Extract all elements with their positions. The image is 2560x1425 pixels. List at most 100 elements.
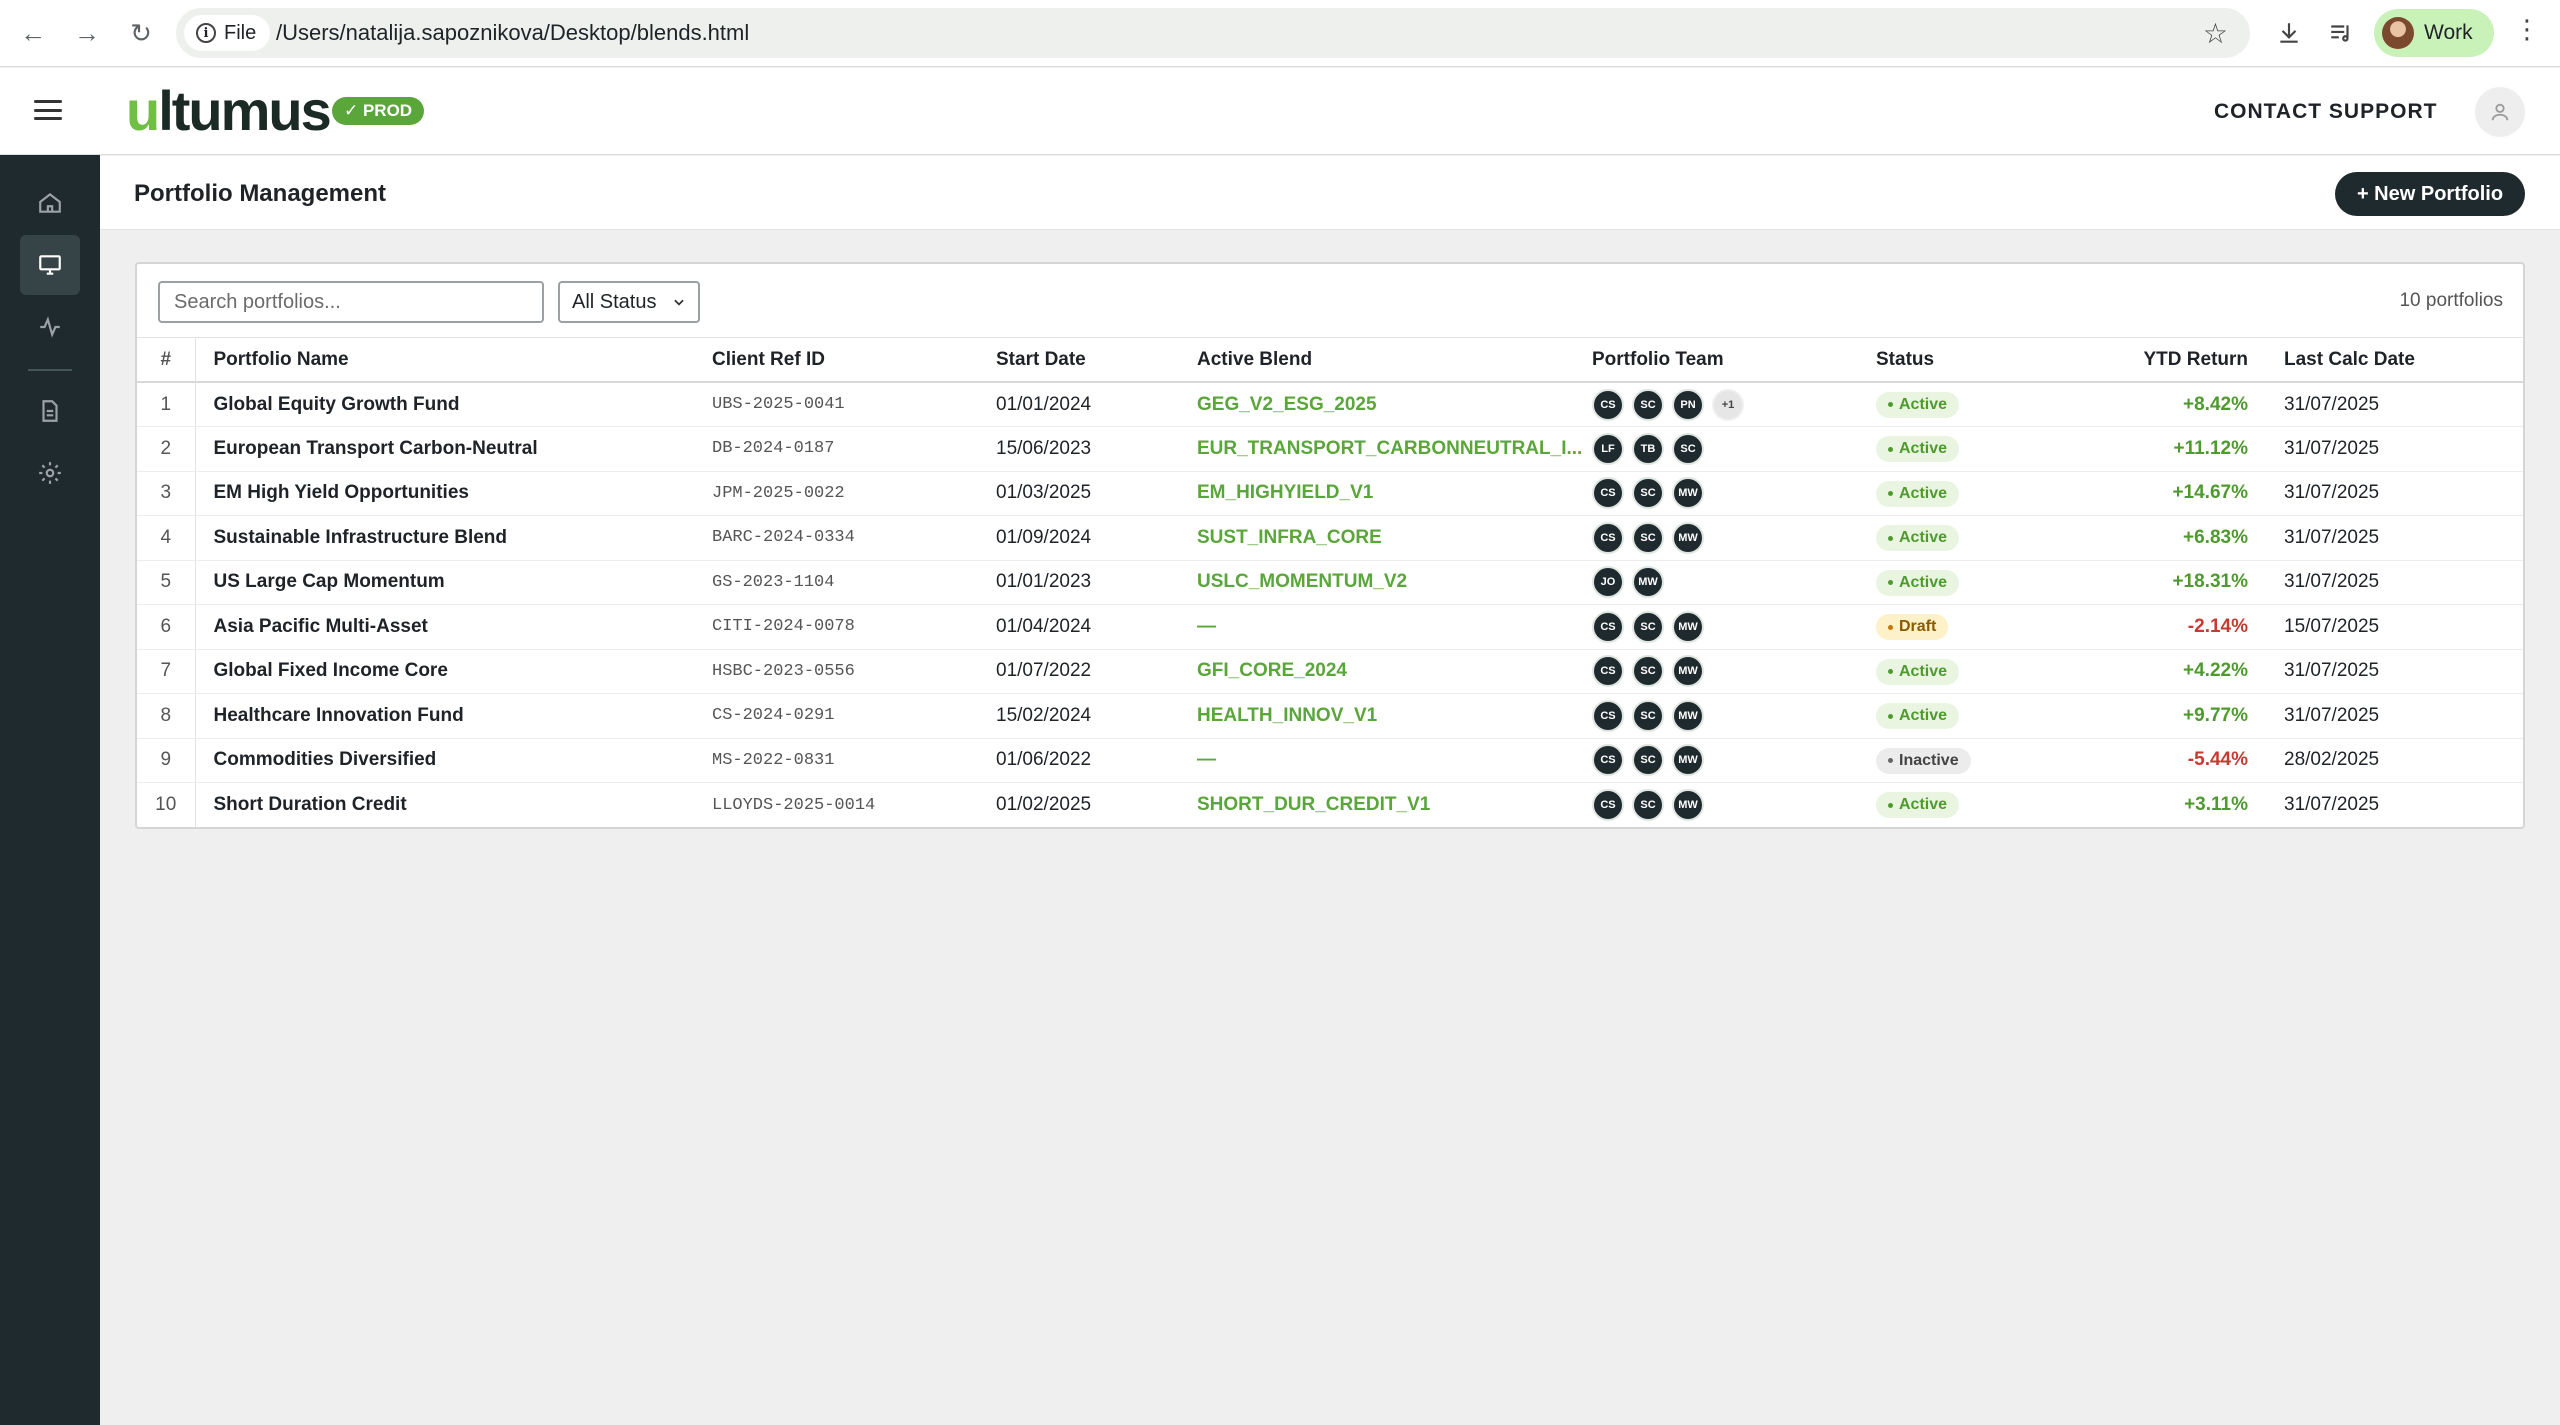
status-badge: Draft <box>1876 614 1949 640</box>
portfolio-name[interactable]: European Transport Carbon-Neutral <box>195 426 712 472</box>
table-row[interactable]: 1 Global Equity Growth Fund UBS-2025-0041 0… <box>137 382 2523 427</box>
table-row[interactable]: 4 Sustainable Infrastructure Blend BARC-20… <box>137 515 2523 561</box>
team-member-avatar[interactable]: TB <box>1632 432 1664 465</box>
table-row[interactable]: 3 EM High Yield Opportunities JPM-2025-002… <box>137 471 2523 516</box>
team-member-avatar[interactable]: SC <box>1672 432 1704 465</box>
active-blend-link[interactable]: EM_HIGHYIELD_V1 <box>1197 482 1373 503</box>
team-member-avatar[interactable]: CS <box>1592 744 1624 777</box>
team-member-avatar[interactable]: CS <box>1592 388 1624 421</box>
team-member-avatar[interactable]: CS <box>1592 789 1624 821</box>
active-blend-link[interactable]: GEG_V2_ESG_2025 <box>1197 394 1377 415</box>
team-member-avatar[interactable]: CS <box>1592 610 1624 643</box>
sidebar-item-home[interactable] <box>20 173 80 233</box>
team-member-avatar[interactable]: MW <box>1672 610 1704 643</box>
team-member-avatar[interactable]: CS <box>1592 477 1624 510</box>
address-bar[interactable]: i File /Users/natalija.sapoznikova/Deskt… <box>176 8 2250 58</box>
bookmark-star-icon[interactable]: ☆ <box>2203 17 2228 50</box>
column-header-calc[interactable]: Last Calc Date <box>2248 338 2523 383</box>
column-header-ytd[interactable]: YTD Return <box>2086 338 2248 383</box>
client-ref-id: GS-2023-1104 <box>712 560 996 605</box>
active-blend-link[interactable]: SUST_INFRA_CORE <box>1197 527 1382 548</box>
column-header-ref[interactable]: Client Ref ID <box>712 338 996 383</box>
team-member-avatar[interactable]: SC <box>1632 655 1664 688</box>
download-icon[interactable] <box>2270 14 2308 52</box>
sidebar-item-activity[interactable] <box>20 297 80 357</box>
team-member-avatar[interactable]: SC <box>1632 521 1664 554</box>
client-ref-id: BARC-2024-0334 <box>712 515 996 561</box>
table-row[interactable]: 5 US Large Cap Momentum GS-2023-1104 01/01/… <box>137 560 2523 605</box>
media-queue-icon[interactable] <box>2322 14 2360 52</box>
back-arrow-icon[interactable]: ← <box>14 14 52 52</box>
active-blend-link[interactable]: — <box>1197 616 1216 637</box>
forward-arrow-icon[interactable]: → <box>68 14 106 52</box>
user-avatar[interactable] <box>2475 87 2525 137</box>
column-header-status[interactable]: Status <box>1876 338 2086 383</box>
team-member-avatar[interactable]: SC <box>1632 388 1664 421</box>
team-member-avatar[interactable]: MW <box>1672 477 1704 510</box>
table-row[interactable]: 6 Asia Pacific Multi-Asset CITI-2024-0078 0… <box>137 604 2523 650</box>
search-input[interactable] <box>158 281 544 323</box>
profile-button[interactable]: Work <box>2374 9 2494 57</box>
active-blend-link[interactable]: USLC_MOMENTUM_V2 <box>1197 571 1407 592</box>
status-filter-select[interactable]: All Status <box>558 281 700 323</box>
sidebar-item-documents[interactable] <box>20 381 80 441</box>
status-badge: Active <box>1876 703 1960 729</box>
portfolio-name[interactable]: Commodities Diversified <box>195 738 712 783</box>
active-blend-link[interactable]: GFI_CORE_2024 <box>1197 660 1347 681</box>
portfolio-name[interactable]: Sustainable Infrastructure Blend <box>195 515 712 561</box>
table-row[interactable]: 9 Commodities Diversified MS-2022-0831 01/0… <box>137 738 2523 783</box>
table-row[interactable]: 7 Global Fixed Income Core HSBC-2023-0556 0… <box>137 649 2523 694</box>
column-header-start[interactable]: Start Date <box>996 338 1197 383</box>
column-header-name[interactable]: Portfolio Name <box>195 338 712 383</box>
column-header-blend[interactable]: Active Blend <box>1197 338 1592 383</box>
start-date: 15/02/2024 <box>996 693 1197 739</box>
table-row[interactable]: 10 Short Duration Credit LLOYDS-2025-0014 0… <box>137 782 2523 828</box>
team-member-avatar[interactable]: MW <box>1672 699 1704 732</box>
team-member-avatar[interactable]: MW <box>1672 744 1704 777</box>
team-member-avatar[interactable]: SC <box>1632 789 1664 821</box>
ytd-return: +9.77% <box>2086 693 2248 739</box>
monitor-icon <box>39 255 61 275</box>
team-member-avatar[interactable]: MW <box>1672 521 1704 554</box>
reload-icon[interactable]: ↻ <box>122 14 160 52</box>
team-member-avatar[interactable]: MW <box>1672 789 1704 821</box>
table-row[interactable]: 2 European Transport Carbon-Neutral DB-202… <box>137 426 2523 472</box>
team-member-avatar[interactable]: LF <box>1592 432 1624 465</box>
sidebar-item-settings[interactable] <box>20 443 80 503</box>
team-member-avatar[interactable]: CS <box>1592 699 1624 732</box>
team-member-avatar[interactable]: CS <box>1592 655 1624 688</box>
active-blend-link[interactable]: SHORT_DUR_CREDIT_V1 <box>1197 794 1430 815</box>
portfolio-name[interactable]: Short Duration Credit <box>195 783 712 828</box>
team-member-avatar[interactable]: MW <box>1672 655 1704 688</box>
status-badge: Active <box>1876 525 1960 551</box>
status-badge: Active <box>1876 569 1960 596</box>
portfolio-name[interactable]: Asia Pacific Multi-Asset <box>195 604 712 650</box>
portfolio-name[interactable]: Global Equity Growth Fund <box>195 382 712 427</box>
team-member-avatar[interactable]: CS <box>1592 521 1624 554</box>
active-blend-link[interactable]: — <box>1197 749 1216 770</box>
sidebar-item-monitor[interactable] <box>20 235 80 295</box>
last-calc-date: 31/07/2025 <box>2248 471 2523 516</box>
team-more-avatar[interactable]: +1 <box>1712 388 1744 421</box>
url-text[interactable]: /Users/natalija.sapoznikova/Desktop/blen… <box>276 20 749 46</box>
team-member-avatar[interactable]: SC <box>1632 477 1664 510</box>
column-header-team[interactable]: Portfolio Team <box>1592 338 1876 383</box>
site-info-chip[interactable]: i File <box>184 15 271 51</box>
team-member-avatar[interactable]: SC <box>1632 744 1664 777</box>
portfolio-name[interactable]: Global Fixed Income Core <box>195 649 712 694</box>
hamburger-menu-icon[interactable] <box>34 100 62 120</box>
team-member-avatar[interactable]: MW <box>1632 566 1664 599</box>
active-blend-link[interactable]: HEALTH_INNOV_V1 <box>1197 705 1377 726</box>
contact-support-link[interactable]: CONTACT SUPPORT <box>2214 100 2437 124</box>
team-member-avatar[interactable]: JO <box>1592 566 1624 599</box>
team-member-avatar[interactable]: SC <box>1632 699 1664 732</box>
portfolio-name[interactable]: EM High Yield Opportunities <box>195 471 712 516</box>
team-member-avatar[interactable]: SC <box>1632 610 1664 643</box>
portfolio-name[interactable]: US Large Cap Momentum <box>195 560 712 605</box>
portfolio-name[interactable]: Healthcare Innovation Fund <box>195 693 712 739</box>
table-row[interactable]: 8 Healthcare Innovation Fund CS-2024-0291 1… <box>137 693 2523 739</box>
team-member-avatar[interactable]: PN <box>1672 388 1704 421</box>
active-blend-link[interactable]: EUR_TRANSPORT_CARBONNEUTRAL_I... <box>1197 438 1582 459</box>
new-portfolio-button[interactable]: + New Portfolio <box>2335 172 2525 216</box>
browser-menu-icon[interactable]: ⋮ <box>2514 14 2540 45</box>
